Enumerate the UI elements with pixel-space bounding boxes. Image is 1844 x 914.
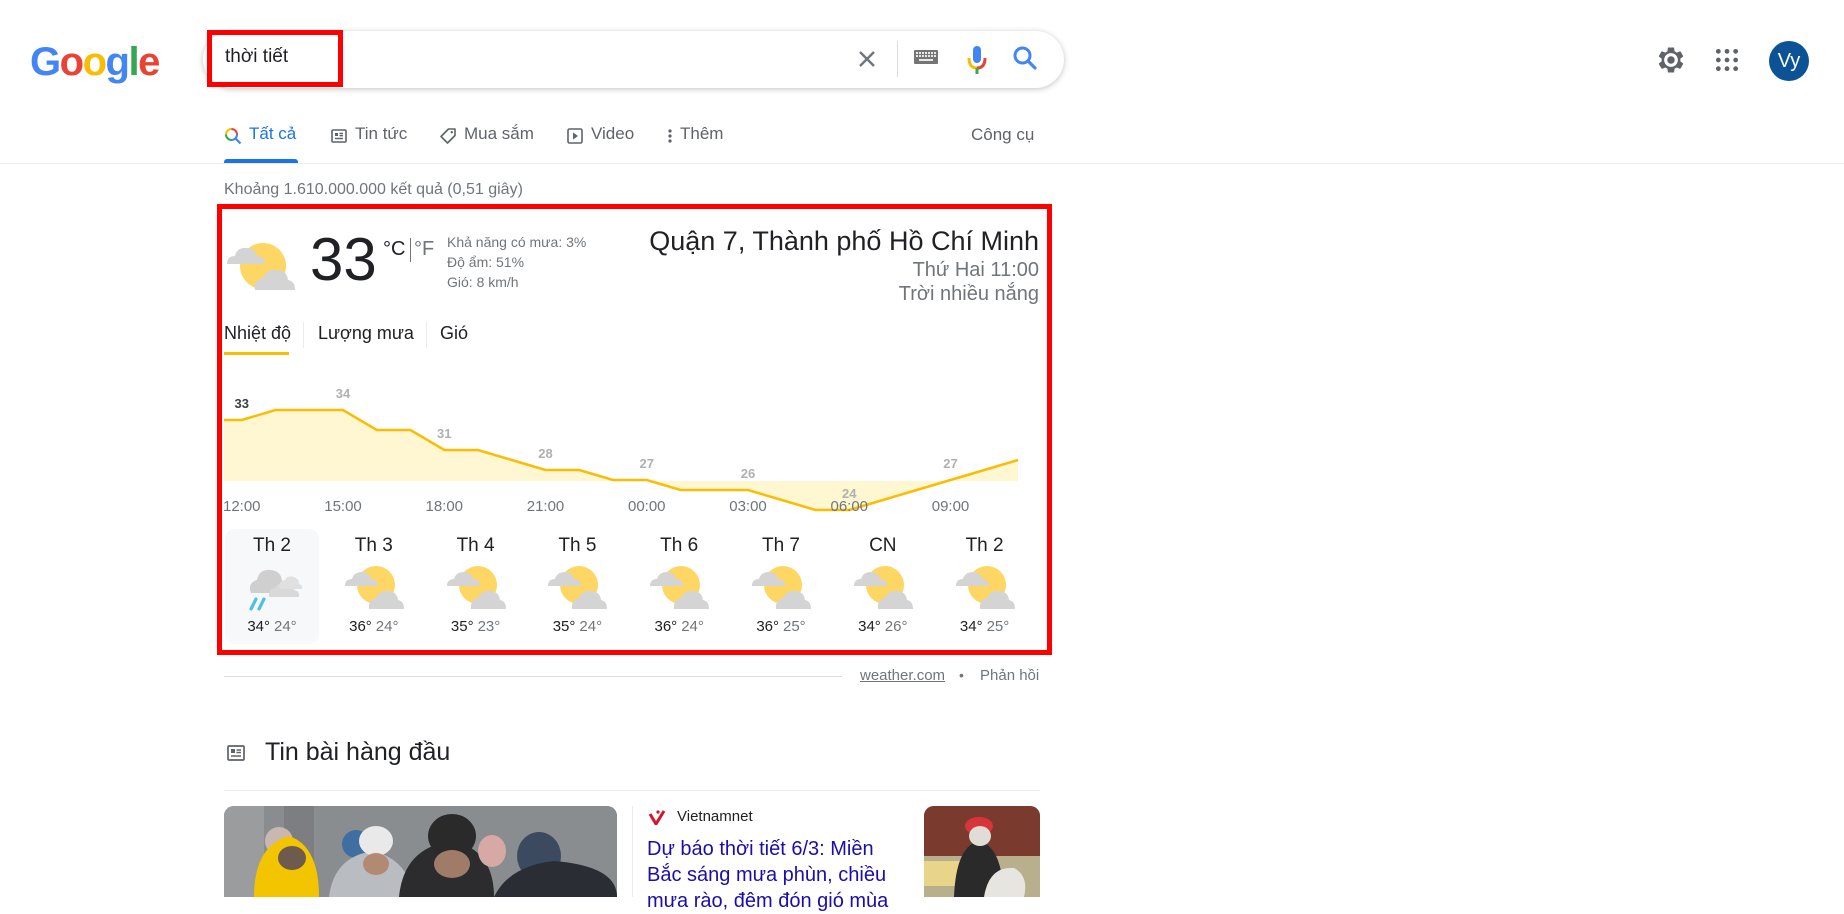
news-image-main[interactable] [224, 806, 617, 897]
tabs-divider [0, 163, 1844, 164]
weather-card-highlight-box [217, 204, 1052, 655]
tab-all-label: Tất cả [249, 124, 297, 143]
keyboard-icon [914, 50, 938, 64]
logo-letter: o [59, 40, 84, 84]
search-query-highlight-box [207, 30, 343, 87]
logo-letter: e [138, 40, 160, 84]
search-icon [225, 128, 242, 145]
clear-search-button[interactable] [852, 44, 882, 74]
account-avatar[interactable]: Vy [1769, 41, 1809, 81]
news-image-thumbnail[interactable] [924, 806, 1040, 897]
tab-news-label: Tin tức [355, 124, 408, 143]
top-stories-heading: Tin bài hàng đầu [265, 738, 451, 766]
logo-letter: g [105, 40, 130, 84]
weather-source-link[interactable]: weather.com [860, 667, 945, 684]
logo-letter: G [30, 40, 61, 84]
google-logo[interactable]: Google [30, 40, 160, 85]
result-stats: Khoảng 1.610.000.000 kết quả (0,51 giây) [224, 181, 523, 198]
tab-all[interactable]: Tất cả [224, 124, 296, 164]
search-box-divider [897, 41, 898, 77]
tab-news[interactable]: Tin tức [330, 124, 407, 164]
tag-icon [440, 128, 456, 144]
more-vert-icon [668, 129, 672, 143]
close-icon [859, 51, 875, 67]
logo-letter: l [128, 40, 139, 84]
google-apps-button[interactable] [1714, 47, 1740, 73]
apps-grid-icon [1715, 48, 1739, 72]
news-icon [227, 745, 245, 761]
logo-letter: o [82, 40, 107, 84]
news-photo-motorbike-riders [224, 806, 617, 897]
settings-button[interactable] [1656, 45, 1686, 75]
tab-shopping-label: Mua sắm [464, 124, 534, 143]
feedback-link[interactable]: Phản hồi [980, 667, 1039, 684]
tools-button[interactable]: Công cụ [971, 125, 1034, 145]
attribution-separator: • [959, 667, 964, 683]
vietnamnet-logo-icon [648, 810, 666, 825]
keyboard-button[interactable] [913, 48, 941, 70]
news-icon [331, 129, 347, 143]
microphone-icon [967, 46, 987, 74]
news-photo-woman-scooter [924, 806, 1040, 897]
tab-more[interactable]: Thêm [665, 124, 723, 164]
voice-search-button[interactable] [965, 44, 989, 76]
gear-icon [1658, 47, 1684, 73]
search-icon [1013, 46, 1037, 70]
attribution-divider [224, 676, 842, 677]
tab-video[interactable]: Video [566, 124, 634, 164]
news-headline-link[interactable]: Dự báo thời tiết 6/3: Miền Bắc sáng mưa … [647, 836, 897, 914]
tab-shopping[interactable]: Mua sắm [439, 124, 534, 164]
tab-video-label: Video [591, 124, 635, 143]
play-icon [567, 128, 583, 144]
news-card-divider [632, 806, 633, 897]
search-button[interactable] [1012, 45, 1040, 73]
tab-more-label: Thêm [680, 124, 724, 143]
top-stories-divider [224, 790, 1040, 791]
news-source: Vietnamnet [677, 808, 753, 825]
